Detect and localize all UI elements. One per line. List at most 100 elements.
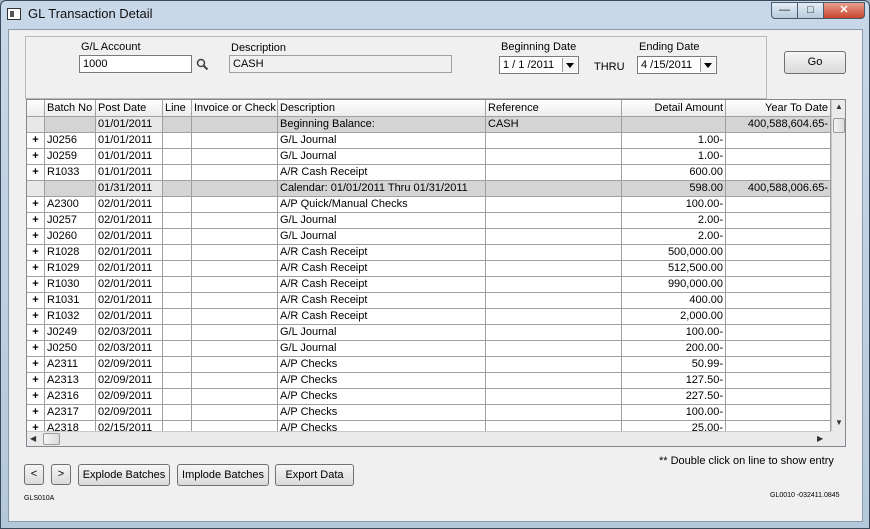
row-expander[interactable]: + [27,357,45,373]
post-date-cell: 02/01/2011 [96,261,163,277]
detail-amount-cell: 100.00- [622,405,726,421]
scroll-down-arrow-icon[interactable]: ▼ [835,418,843,427]
invoice-cell [192,277,278,293]
row-expander[interactable]: + [27,325,45,341]
line-cell [163,405,192,421]
column-header-batch-no[interactable]: Batch No [45,100,96,117]
column-header-line[interactable]: Line [163,100,192,117]
table-row[interactable]: + J0260 02/01/2011 G/L Journal 2.00- [27,229,845,245]
window-title: GL Transaction Detail [28,6,153,21]
scroll-up-arrow-icon[interactable]: ▲ [835,102,843,111]
column-header-reference[interactable]: Reference [486,100,622,117]
description-cell: A/P Checks [278,405,486,421]
invoice-cell [192,213,278,229]
table-row[interactable]: + R1030 02/01/2011 A/R Cash Receipt 990,000.… [27,277,845,293]
column-header-invoice-or-check[interactable]: Invoice or Check [192,100,278,117]
export-data-button[interactable]: Export Data [275,464,354,486]
table-row[interactable]: + A2313 02/09/2011 A/P Checks 127.50- [27,373,845,389]
post-date-cell: 02/01/2011 [96,197,163,213]
go-button[interactable]: Go [784,51,846,74]
column-header-description[interactable]: Description [278,100,486,117]
lookup-search-icon[interactable] [196,58,209,71]
row-expander[interactable]: + [27,245,45,261]
table-row[interactable]: + R1032 02/01/2011 A/R Cash Receipt 2,000.00 [27,309,845,325]
table-row[interactable]: + J0250 02/03/2011 G/L Journal 200.00- [27,341,845,357]
row-expander[interactable]: + [27,389,45,405]
implode-batches-button[interactable]: Implode Batches [177,464,269,486]
year-to-date-cell [726,261,831,277]
column-header-year-to-date[interactable]: Year To Date [726,100,831,117]
row-expander[interactable]: + [27,213,45,229]
description-field: CASH [229,55,452,73]
row-expander[interactable]: + [27,405,45,421]
summary-row[interactable]: 01/01/2011 Beginning Balance: CASH 400,588,… [27,117,845,133]
horizontal-scroll-thumb[interactable] [43,433,60,445]
reference-cell [486,405,622,421]
chevron-down-icon[interactable] [562,58,577,72]
table-row[interactable]: + A2311 02/09/2011 A/P Checks 50.99- [27,357,845,373]
batch-no-cell: R1032 [45,309,96,325]
beginning-date-field[interactable]: 1 / 1 /2011 [499,56,579,74]
batch-no-cell: J0249 [45,325,96,341]
table-row[interactable]: + J0259 01/01/2011 G/L Journal 1.00- [27,149,845,165]
year-to-date-cell [726,165,831,181]
previous-button[interactable]: < [24,464,44,485]
column-header-expander[interactable] [27,100,45,117]
ending-date-field[interactable]: 4 /15/2011 [637,56,717,74]
invoice-cell [192,165,278,181]
close-button[interactable]: ✕ [823,2,865,19]
app-icon[interactable] [7,8,21,20]
line-cell [163,389,192,405]
row-expander[interactable]: + [27,229,45,245]
gl-account-field[interactable]: 1000 [79,55,192,73]
line-cell [163,373,192,389]
table-row[interactable]: + J0256 01/01/2011 G/L Journal 1.00- [27,133,845,149]
table-row[interactable]: + R1033 01/01/2011 A/R Cash Receipt 600.00 [27,165,845,181]
row-expander[interactable]: + [27,293,45,309]
table-row[interactable]: + A2317 02/09/2011 A/P Checks 100.00- [27,405,845,421]
batch-no-cell: A2300 [45,197,96,213]
summary-row[interactable]: 01/31/2011 Calendar: 01/01/2011 Thru 01/3… [27,181,845,197]
table-row[interactable]: + R1029 02/01/2011 A/R Cash Receipt 512,500.… [27,261,845,277]
row-expander[interactable]: + [27,309,45,325]
line-cell [163,229,192,245]
table-row[interactable]: + A2316 02/09/2011 A/P Checks 227.50- [27,389,845,405]
description-cell: G/L Journal [278,213,486,229]
batch-no-cell: R1033 [45,165,96,181]
column-header-detail-amount[interactable]: Detail Amount [622,100,726,117]
invoice-cell [192,261,278,277]
row-expander[interactable]: + [27,341,45,357]
transaction-grid[interactable]: Batch No Post Date Line Invoice or Check… [26,99,846,447]
row-expander[interactable]: + [27,133,45,149]
row-expander[interactable] [27,117,45,133]
title-bar[interactable]: GL Transaction Detail — □ ✕ [1,1,869,29]
table-row[interactable]: + R1031 02/01/2011 A/R Cash Receipt 400.00 [27,293,845,309]
table-row[interactable]: + A2300 02/01/2011 A/P Quick/Manual Checks 1… [27,197,845,213]
maximize-button[interactable]: □ [797,2,824,19]
table-row[interactable]: + R1028 02/01/2011 A/R Cash Receipt 500,000.… [27,245,845,261]
row-expander[interactable]: + [27,197,45,213]
invoice-cell [192,245,278,261]
next-button[interactable]: > [51,464,71,485]
scroll-right-arrow-icon[interactable]: ▶ [817,434,823,443]
table-row[interactable]: + J0257 02/01/2011 G/L Journal 2.00- [27,213,845,229]
chevron-down-icon[interactable] [700,58,715,72]
column-header-post-date[interactable]: Post Date [96,100,163,117]
row-expander[interactable]: + [27,165,45,181]
row-expander[interactable] [27,181,45,197]
scroll-left-arrow-icon[interactable]: ◀ [30,434,36,443]
explode-batches-button[interactable]: Explode Batches [78,464,170,486]
table-row[interactable]: + J0249 02/03/2011 G/L Journal 100.00- [27,325,845,341]
detail-amount-cell [622,117,726,133]
double-click-hint: ** Double click on line to show entry [659,455,834,467]
horizontal-scrollbar[interactable]: ◀ ▶ [27,431,831,446]
row-expander[interactable]: + [27,373,45,389]
row-expander[interactable]: + [27,261,45,277]
vertical-scroll-thumb[interactable] [833,118,845,133]
vertical-scrollbar[interactable]: ▲ ▼ [831,100,845,431]
description-cell: G/L Journal [278,341,486,357]
post-date-cell: 01/01/2011 [96,133,163,149]
row-expander[interactable]: + [27,149,45,165]
minimize-button[interactable]: — [771,2,798,19]
row-expander[interactable]: + [27,277,45,293]
